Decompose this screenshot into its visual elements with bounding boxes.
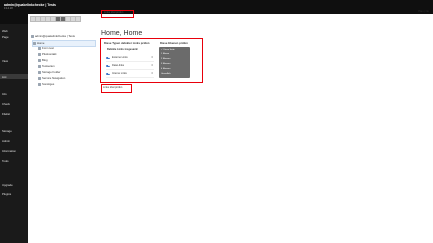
sidebar-item-plugins[interactable]: Plugins [0,191,28,196]
folder-icon [38,64,41,68]
link-types-heading: Diese Typen defekter Links prüfen [104,41,150,45]
toggle-icon[interactable] [106,64,110,67]
tree-node[interactable]: Form test [38,46,54,51]
page-title: Home, Home [101,30,143,37]
page-icon [38,58,41,62]
sidebar-item-admin[interactable]: Admin [0,138,28,143]
depth-option[interactable]: 4 Ebenen [161,68,170,70]
tree-root[interactable]: admin@quakelinkchecke | Tests [31,34,75,39]
tree-node[interactable]: Blog [38,58,48,63]
highlight-box [101,10,134,18]
sidebar-item-information[interactable]: Information [0,148,28,153]
link-type-file[interactable]: Datei-links 0 [106,63,154,70]
module-docheader: Links überprüfen Plan | Ne [97,9,433,15]
sidebar-item-check[interactable]: Check [0,101,28,106]
site-root-icon [31,34,34,38]
page-icon [38,82,41,86]
sidebar-item-filelist[interactable]: Filelist [0,111,28,116]
depth-option[interactable]: Unendlich [161,73,171,75]
depth-select[interactable]: ✓ Diese Seite 1 Ebene 2 Ebenen 3 Ebenen … [159,47,190,78]
sidebar-item-storage[interactable]: Storage [0,128,28,133]
toggle-icon[interactable] [106,56,110,59]
more-icon[interactable] [75,16,81,22]
toggle-icon[interactable] [106,72,110,75]
site-version: 13.4.18 [4,7,13,10]
sidebar-item-tools[interactable]: Tools [0,158,28,163]
docheader-right[interactable]: Plan | Ne [418,10,429,13]
depth-heading: Diese Ebenen prüfen [160,41,188,45]
sidebar-item-list[interactable]: List [0,74,28,79]
sidebar-item-view[interactable]: View [0,58,28,63]
sidebar-item-upgrade[interactable]: Upgrade [0,182,28,187]
link-type-external[interactable]: Externe Links 0 [106,55,154,62]
page-icon [38,76,41,80]
tree-node[interactable]: Pluskontakt [38,52,56,57]
tree-node[interactable]: Storage Folder [38,70,61,75]
link-type-internal[interactable]: Interne Links 0 [106,71,154,78]
link-count: 0 [151,56,153,60]
sidebar-item-page[interactable]: Page [0,34,28,39]
depth-option[interactable]: 1 Ebene [161,53,169,55]
depth-option[interactable]: ✓ Diese Seite [161,48,175,51]
sidebar-item-web[interactable]: Web [0,28,28,33]
link-count: 0 [151,72,153,76]
depth-option[interactable]: 2 Ebenen [161,58,170,60]
page-icon [38,52,41,56]
broken-links-total-label: Defekte Links insgesamt: [107,48,139,51]
depth-option[interactable]: 3 Ebenen [161,63,170,65]
link-count: 0 [151,64,153,68]
page-icon [38,46,41,50]
tree-node[interactable]: Sonstiges [38,82,54,87]
module-sidebar: Web Page View List Info Check Filelist S… [0,24,28,243]
sidebar-item-info[interactable]: Info [0,91,28,96]
tree-node[interactable]: Service Navigation [38,76,65,81]
tree-node[interactable]: Testseiten [38,64,55,69]
check-links-button[interactable]: Links überprüfen [103,86,122,89]
page-tree: admin@quakelinkchecke | Tests Home Form … [28,14,98,243]
home-page-icon [33,41,36,45]
folder-icon [38,70,41,74]
